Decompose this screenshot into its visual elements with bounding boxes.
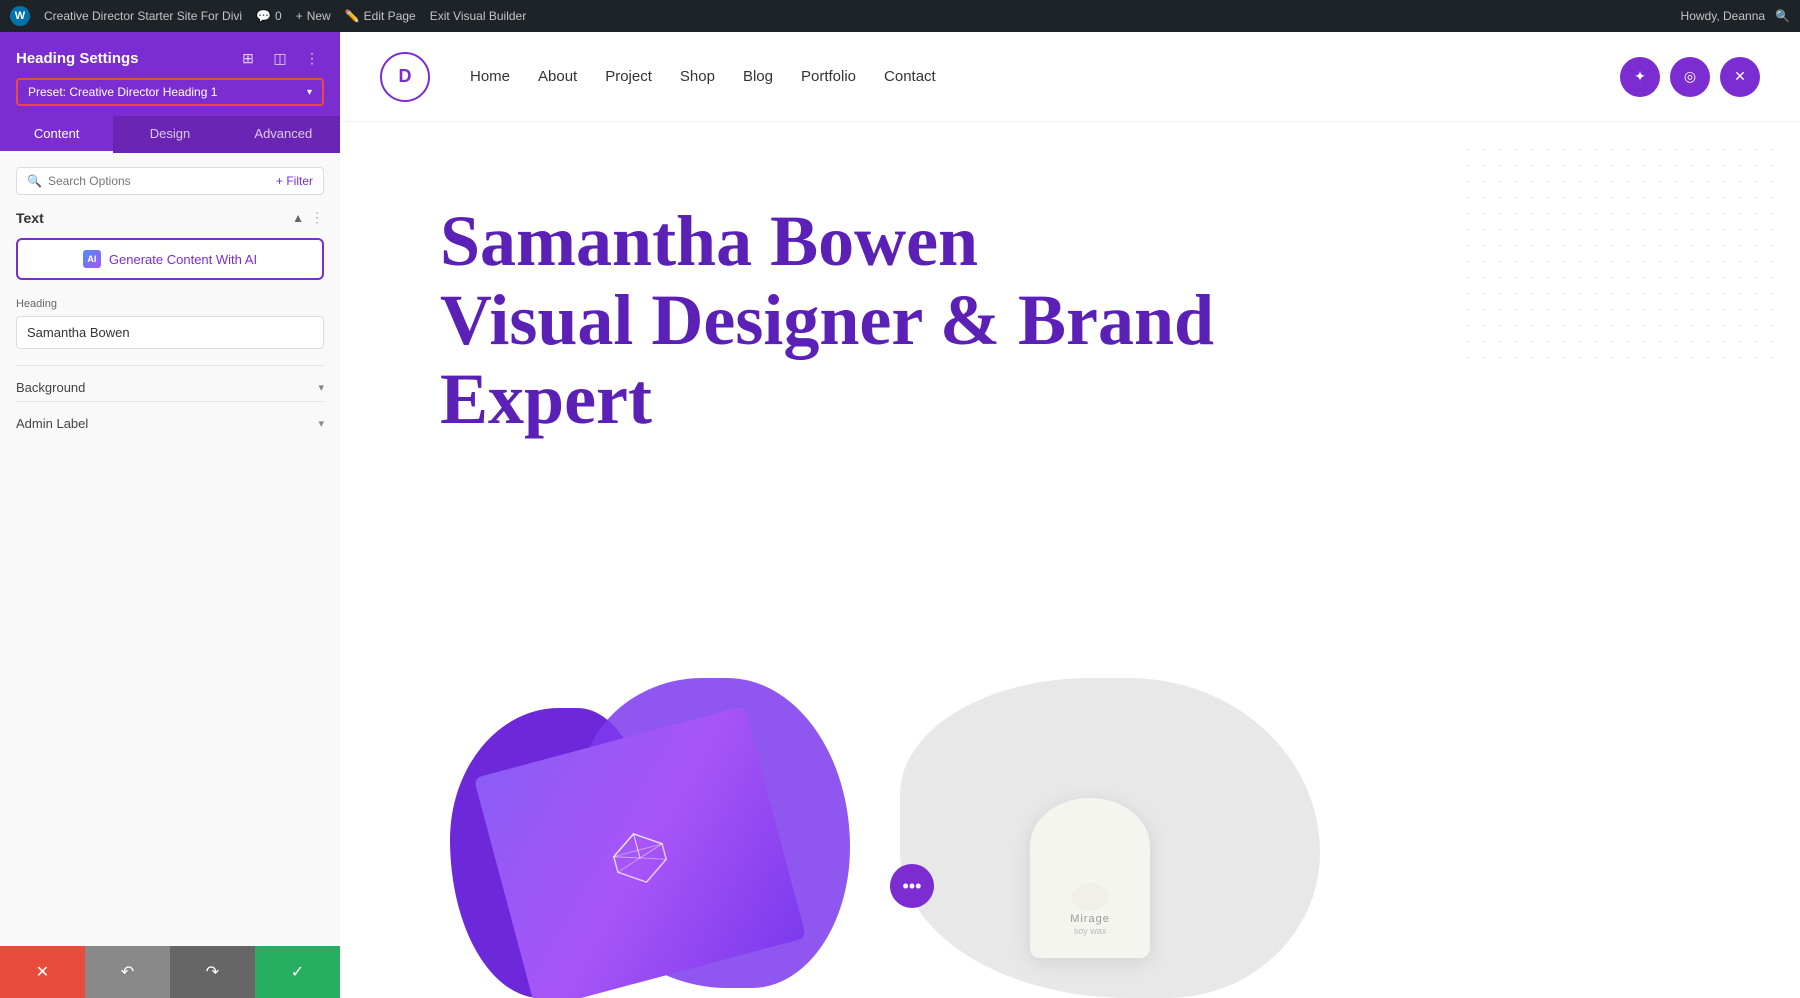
hero-heading: Samantha Bowen Visual Designer & Brand E… (440, 202, 1214, 440)
admin-label-section-title: Admin Label (16, 416, 88, 431)
heading-field-label: Heading (16, 298, 324, 310)
nav-home[interactable]: Home (470, 68, 510, 85)
pencil-icon: ✏️ (345, 9, 360, 23)
admin-label-chevron-icon: ▾ (318, 417, 324, 430)
heading-settings-panel: Heading Settings ⊞ ◫ ⋮ Preset: Creative … (0, 32, 340, 998)
cancel-btn[interactable]: ✕ (0, 946, 85, 998)
tab-design[interactable]: Design (113, 116, 226, 153)
nav-project[interactable]: Project (605, 68, 652, 85)
heading-input[interactable] (16, 316, 324, 349)
background-section: Background ▾ (16, 365, 324, 395)
heading-field-group: Heading (16, 298, 324, 349)
candle-image-right: Mirage soy wax (900, 658, 1330, 998)
admin-bar: W Creative Director Starter Site For Div… (0, 0, 1800, 32)
panel-header-icons: ⊞ ◫ ⋮ (236, 46, 324, 70)
exit-builder-btn[interactable]: Exit Visual Builder (430, 9, 527, 23)
site-name-link[interactable]: Creative Director Starter Site For Divi (44, 9, 242, 23)
background-section-title: Background (16, 380, 85, 395)
panel-title: Heading Settings (16, 50, 139, 67)
floating-action-btn[interactable]: ••• (890, 864, 934, 908)
new-content-btn[interactable]: + New (296, 9, 331, 23)
panel-header: Heading Settings ⊞ ◫ ⋮ (0, 32, 340, 78)
main-wrapper: Heading Settings ⊞ ◫ ⋮ Preset: Creative … (0, 32, 1800, 998)
panel-more-btn[interactable]: ⋮ (300, 46, 324, 70)
site-logo[interactable]: D (380, 52, 430, 102)
candle-top-icon (1070, 882, 1110, 912)
nav-blog[interactable]: Blog (743, 68, 773, 85)
social-instagram-icon[interactable]: ◎ (1670, 57, 1710, 97)
tab-content[interactable]: Content (0, 116, 113, 153)
search-admin-icon[interactable]: 🔍 (1775, 9, 1790, 23)
nav-portfolio[interactable]: Portfolio (801, 68, 856, 85)
panel-actions: ✕ ↶ ↷ ✓ (0, 946, 340, 998)
undo-btn[interactable]: ↶ (85, 946, 170, 998)
redo-btn[interactable]: ↷ (170, 946, 255, 998)
generate-ai-label: Generate Content With AI (109, 252, 257, 267)
hero-heading-line1: Samantha Bowen (440, 202, 1214, 281)
ai-icon: AI (83, 250, 101, 268)
text-section-title: Text (16, 210, 44, 226)
save-btn[interactable]: ✓ (255, 946, 340, 998)
bubble-icon: 💬 (256, 9, 271, 23)
panel-collapse-btn[interactable]: ◫ (268, 46, 292, 70)
nav-about[interactable]: About (538, 68, 577, 85)
generate-ai-btn[interactable]: AI Generate Content With AI (16, 238, 324, 280)
text-section-menu-btn[interactable]: ⋮ (310, 209, 324, 226)
text-section-header: Text ▲ ⋮ (16, 209, 324, 226)
admin-label-section-header[interactable]: Admin Label ▾ (16, 416, 324, 431)
admin-bar-right: Howdy, Deanna 🔍 (1681, 9, 1790, 23)
text-section-collapse-btn[interactable]: ▲ (292, 211, 304, 225)
chevron-down-icon: ▾ (307, 87, 312, 98)
tab-advanced[interactable]: Advanced (227, 116, 340, 153)
hero-area: Samantha Bowen Visual Designer & Brand E… (340, 122, 1800, 998)
preset-selector[interactable]: Preset: Creative Director Heading 1 ▾ (16, 78, 324, 106)
candle-item: Mirage soy wax (1030, 798, 1150, 958)
panel-tabs: Content Design Advanced (0, 116, 340, 153)
product-gem-icon (603, 821, 676, 894)
candle-brand-label: Mirage soy wax (1070, 912, 1110, 938)
background-chevron-icon: ▾ (318, 381, 324, 394)
social-dribbble-icon[interactable]: ✦ (1620, 57, 1660, 97)
right-content: D Home About Project Shop Blog Portfolio… (340, 32, 1800, 998)
panel-fullscreen-btn[interactable]: ⊞ (236, 46, 260, 70)
site-header: D Home About Project Shop Blog Portfolio… (340, 32, 1800, 122)
wp-logo-icon[interactable]: W (10, 6, 30, 26)
preset-label: Preset: Creative Director Heading 1 (28, 85, 217, 99)
filter-btn[interactable]: + Filter (276, 174, 313, 188)
edit-page-btn[interactable]: ✏️ Edit Page (345, 9, 416, 23)
site-social: ✦ ◎ ✕ (1620, 57, 1760, 97)
search-options-input[interactable] (48, 174, 270, 188)
product-image-left (440, 658, 870, 998)
nav-contact[interactable]: Contact (884, 68, 936, 85)
plus-icon: + (296, 9, 303, 23)
admin-label-section: Admin Label ▾ (16, 401, 324, 431)
hero-heading-line3: Expert (440, 360, 1214, 439)
hero-images: Mirage soy wax (440, 658, 1800, 998)
social-x-icon[interactable]: ✕ (1720, 57, 1760, 97)
search-bar: 🔍 + Filter (16, 167, 324, 195)
comments-icon-link[interactable]: 💬 0 (256, 9, 282, 23)
howdy-label: Howdy, Deanna (1681, 9, 1766, 23)
panel-body: 🔍 + Filter Text ▲ ⋮ AI Generate Content … (0, 153, 340, 946)
dot-pattern-decoration (1460, 142, 1780, 362)
nav-shop[interactable]: Shop (680, 68, 715, 85)
site-nav: Home About Project Shop Blog Portfolio C… (470, 68, 1620, 85)
background-section-header[interactable]: Background ▾ (16, 380, 324, 395)
search-icon: 🔍 (27, 174, 42, 188)
hero-heading-line2: Visual Designer & Brand (440, 281, 1214, 360)
